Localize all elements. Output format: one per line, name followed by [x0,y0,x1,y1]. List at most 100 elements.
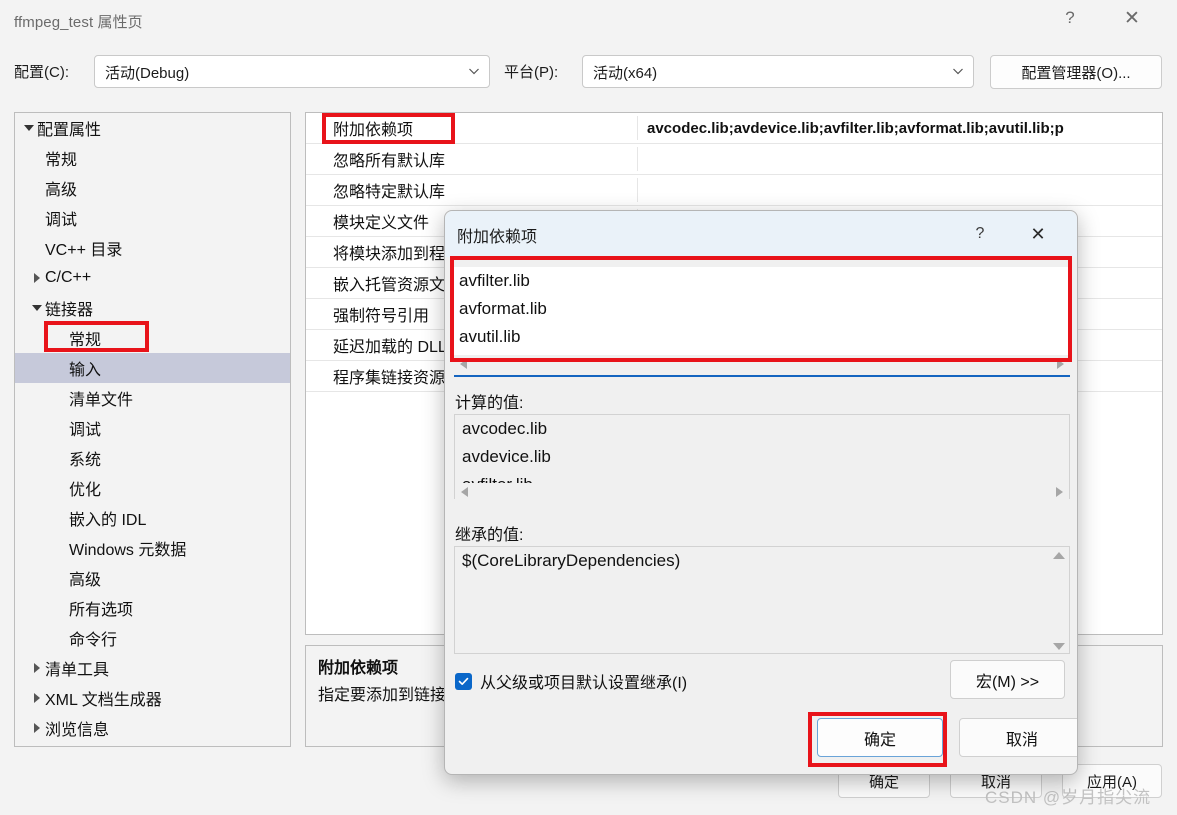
platform-value: 活动(x64) [593,65,658,82]
tree-item-11[interactable]: 系统 [15,443,290,473]
dependencies-editor[interactable]: avfilter.lib avformat.lib avutil.lib [454,267,1070,355]
scroll-right-icon[interactable] [1057,358,1064,369]
property-name: 忽略特定默认库 [306,178,638,202]
scroll-up-icon[interactable] [1052,552,1065,559]
scroll-left-icon[interactable] [461,486,468,497]
help-icon[interactable]: ? [1047,0,1093,36]
properties-window: ffmpeg_test 属性页 ? ✕ 配置(C): 活动(Debug) 平台(… [0,0,1177,815]
collapsed-triangle-icon [29,693,45,703]
scroll-left-icon[interactable] [460,358,467,369]
tree-item-13[interactable]: 嵌入的 IDL [15,503,290,533]
tree-item-label: Windows 元数据 [69,542,187,559]
tree-item-14[interactable]: Windows 元数据 [15,533,290,563]
tree-item-label: 优化 [69,482,102,499]
tree-item-8[interactable]: 输入 [15,353,290,383]
editor-horizontal-scrollbar[interactable] [454,355,1070,372]
additional-dependencies-dialog: 附加依赖项 ? ✕ avfilter.lib avformat.lib avutil… [444,210,1078,775]
collapsed-triangle-icon [29,273,45,283]
inherited-vertical-scrollbar[interactable] [1049,548,1068,653]
divider [454,375,1070,377]
tree-item-20[interactable]: 浏览信息 [15,713,290,743]
tree-item-16[interactable]: 所有选项 [15,593,290,623]
computed-line: avdevice.lib [462,447,551,466]
configuration-select[interactable]: 活动(Debug) [94,55,490,88]
tree-item-label: 浏览信息 [45,722,110,739]
tree-item-12[interactable]: 优化 [15,473,290,503]
close-icon[interactable]: ✕ [1109,0,1155,36]
window-title: ffmpeg_test 属性页 [14,14,143,31]
tree-item-label: 输入 [69,362,102,379]
tree-item-label: 常规 [45,152,78,169]
tree-item-10[interactable]: 调试 [15,413,290,443]
tree-item-17[interactable]: 命令行 [15,623,290,653]
dependency-line: avfilter.lib [459,271,530,290]
tree-item-9[interactable]: 清单文件 [15,383,290,413]
tree-item-15[interactable]: 高级 [15,563,290,593]
tree-item-label: 系统 [69,452,102,469]
property-value[interactable]: avcodec.lib;avdevice.lib;avfilter.lib;av… [638,120,1162,137]
tree-item-label: 调试 [45,212,78,229]
expanded-triangle-icon [21,125,37,131]
tree-item-6[interactable]: 链接器 [15,293,290,323]
platform-select[interactable]: 活动(x64) [582,55,974,88]
dialog-help-icon[interactable]: ? [963,221,997,247]
window-titlebar: ffmpeg_test 属性页 ? ✕ [0,0,1177,44]
tree-item-label: 高级 [45,182,78,199]
configuration-value: 活动(Debug) [105,65,190,82]
inherit-checkbox[interactable] [455,672,472,690]
tree-item-19[interactable]: XML 文档生成器 [15,683,290,713]
dialog-title: 附加依赖项 [457,229,538,246]
tree-item-label: XML 文档生成器 [45,692,162,709]
tree-item-18[interactable]: 清单工具 [15,653,290,683]
tree-item-label: 常规 [69,332,102,349]
dialog-titlebar: 附加依赖项 ? ✕ [445,211,1077,257]
tree-item-2[interactable]: 高级 [15,173,290,203]
computed-horizontal-scrollbar[interactable] [455,483,1069,500]
property-row[interactable]: 附加依赖项 avcodec.lib;avdevice.lib;avfilter.l… [306,113,1162,144]
property-row[interactable]: 忽略特定默认库 [306,175,1162,206]
tree-item-label: 嵌入的 IDL [69,512,147,529]
chevron-down-icon [952,65,964,77]
tree-item-label: 调试 [69,422,102,439]
dependency-line: avformat.lib [459,299,547,318]
inherit-checkbox-row[interactable]: 从父级或项目默认设置继承(I) [455,669,687,693]
collapsed-triangle-icon [29,663,45,673]
collapsed-triangle-icon [29,723,45,733]
scroll-down-icon[interactable] [1052,643,1065,650]
configuration-label: 配置(C): [14,64,69,81]
tree-item-label: 链接器 [45,302,94,319]
tree-item-3[interactable]: 调试 [15,203,290,233]
inherit-checkbox-label: 从父级或项目默认设置继承(I) [480,675,688,692]
dialog-ok-button[interactable]: 确定 [817,718,943,757]
scroll-right-icon[interactable] [1056,486,1063,497]
dialog-close-icon[interactable]: ✕ [1021,220,1055,248]
tree-item-label: 清单文件 [69,392,134,409]
inherited-line: $(CoreLibraryDependencies) [462,551,681,570]
tree-item-1[interactable]: 常规 [15,143,290,173]
tree-item-7[interactable]: 常规 [15,323,290,353]
macros-button[interactable]: 宏(M) >> [950,660,1065,699]
platform-label: 平台(P): [504,64,559,81]
watermark: CSDN @岁月指尖流 [985,788,1152,807]
property-name: 附加依赖项 [306,116,638,140]
tree-item-label: VC++ 目录 [45,242,123,259]
tree-item-label: C/C++ [45,269,92,286]
tree-item-label: 生成事件 [45,746,109,747]
tree-item-label: 所有选项 [69,602,134,619]
configuration-bar: 配置(C): 活动(Debug) 平台(P): 活动(x64) 配置管理器(O)… [0,50,1177,98]
property-row[interactable]: 忽略所有默认库 [306,144,1162,175]
inherited-value-box: $(CoreLibraryDependencies) [454,546,1070,654]
tree-item-5[interactable]: C/C++ [15,263,290,293]
tree-item-21[interactable]: 生成事件 [15,743,290,747]
configuration-manager-button[interactable]: 配置管理器(O)... [990,55,1162,89]
tree-item-0[interactable]: 配置属性 [15,113,290,143]
expanded-triangle-icon [29,305,45,311]
tree-item-label: 高级 [69,572,102,589]
configuration-tree[interactable]: 配置属性 常规 高级 调试 VC++ 目录 C/C++ 链接器 常规 输入 清单文件 调试 系统 优化嵌… [14,112,291,747]
tree-item-label: 命令行 [69,632,118,649]
tree-item-4[interactable]: VC++ 目录 [15,233,290,263]
dependency-line: avutil.lib [459,327,521,346]
dialog-cancel-button[interactable]: 取消 [959,718,1077,757]
property-name: 忽略所有默认库 [306,147,638,171]
inherited-value-label: 继承的值: [455,527,524,544]
